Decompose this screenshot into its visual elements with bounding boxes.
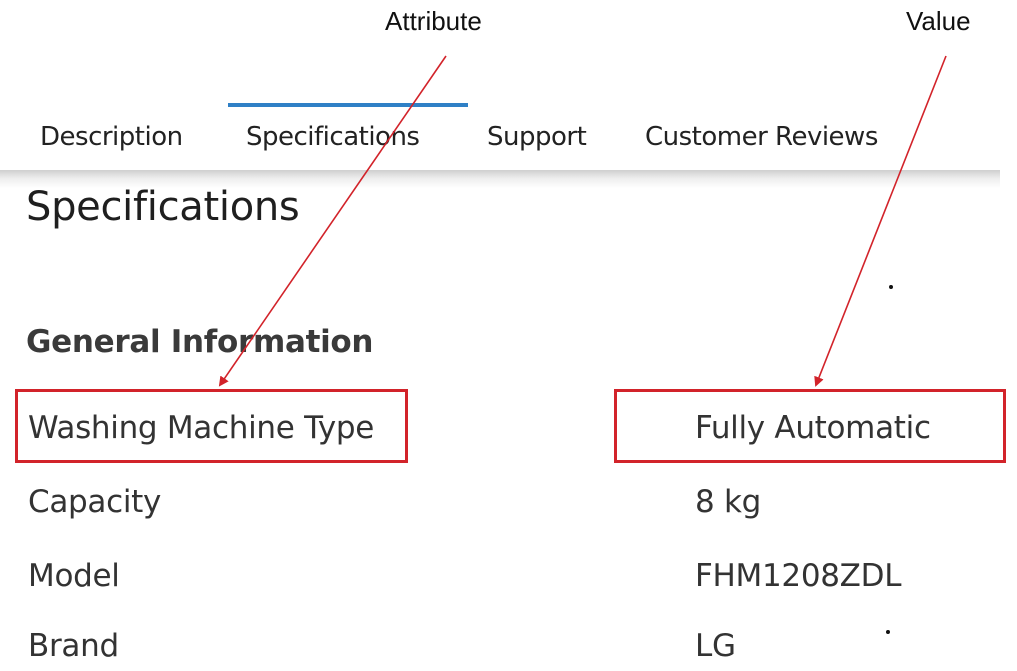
spec-value: LG: [695, 628, 736, 664]
spec-attribute: Brand: [28, 628, 119, 664]
tab-customer-reviews[interactable]: Customer Reviews: [645, 122, 878, 152]
stray-dot: [889, 285, 893, 289]
attribute-annotation-label: Attribute: [385, 6, 482, 36]
spec-value: 8 kg: [695, 484, 762, 520]
page-title: Specifications: [26, 184, 300, 230]
active-tab-indicator: [228, 103, 468, 107]
value-highlight-box: [614, 389, 1006, 463]
section-title: General Information: [26, 324, 374, 360]
attribute-highlight-box: [15, 389, 408, 463]
spec-value: FHM1208ZDL: [695, 558, 902, 594]
tab-bar: Description Specifications Support Custo…: [0, 100, 1000, 170]
spec-attribute: Model: [28, 558, 120, 594]
stray-dot: [886, 630, 890, 634]
tab-support[interactable]: Support: [487, 122, 587, 152]
value-annotation-label: Value: [906, 6, 971, 36]
tab-description[interactable]: Description: [40, 122, 183, 152]
spec-attribute: Capacity: [28, 484, 162, 520]
tab-specifications[interactable]: Specifications: [246, 122, 420, 152]
